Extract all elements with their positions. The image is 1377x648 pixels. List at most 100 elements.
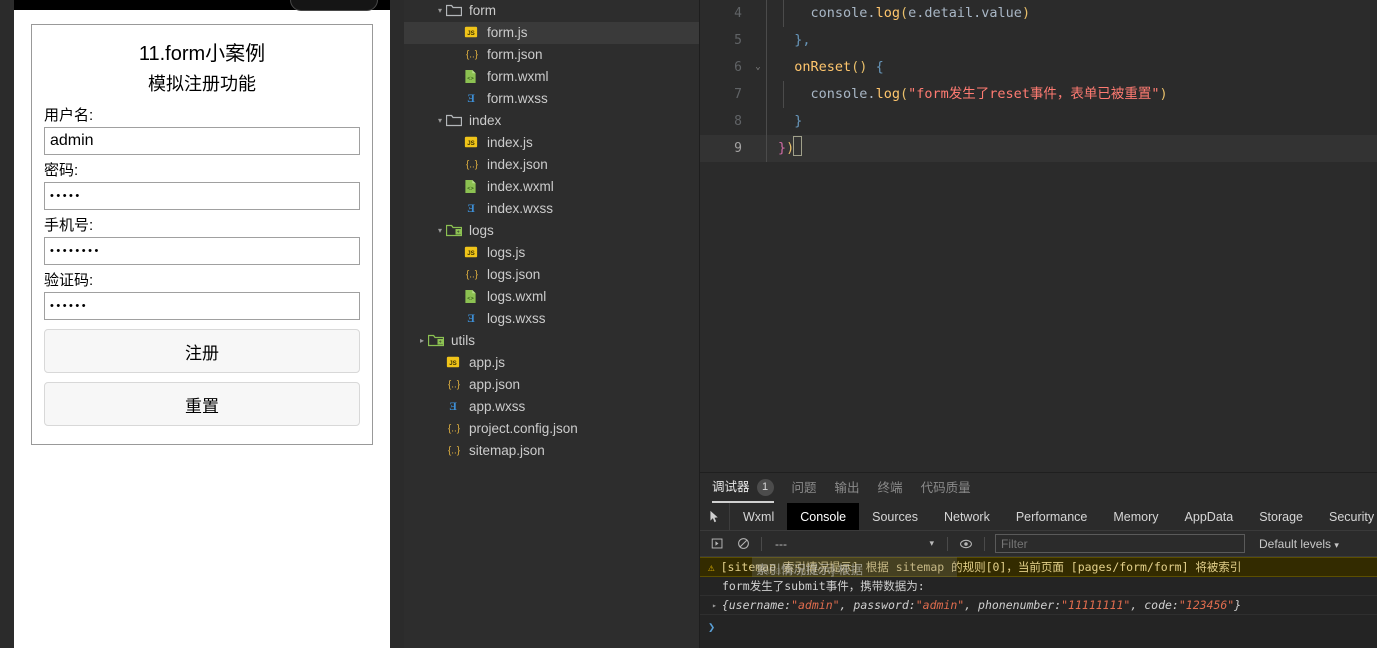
chevron-right-icon[interactable]: ▸ — [712, 601, 717, 610]
svg-text:Ǝ: Ǝ — [449, 401, 457, 413]
code-input[interactable] — [44, 292, 360, 320]
tree-item-form-js[interactable]: JS form.js — [404, 22, 699, 44]
panel-tab-4[interactable]: 代码质量 — [921, 473, 971, 503]
sub-tab-network[interactable]: Network — [931, 503, 1003, 530]
console-output[interactable]: ⚠ [sitemap 索引情况提示] 根据 sitemap 的规则[0]，当前页面… — [700, 557, 1377, 648]
tree-item-label: form.wxml — [487, 69, 549, 84]
log-levels-select[interactable]: Default levels ▾ — [1259, 537, 1339, 551]
code-line[interactable]: 7 console.log("form发生了reset事件，表单已被重置") — [700, 81, 1377, 108]
tree-item-index[interactable]: ▾ index — [404, 110, 699, 132]
code-token: , — [802, 32, 811, 48]
tree-item-app-js[interactable]: JS app.js — [404, 352, 699, 374]
panel-tab-1[interactable]: 问题 — [792, 473, 817, 503]
devtools-panel-tabs[interactable]: 调试器 1 问题 输出 终端 代码质量 — [700, 473, 1377, 503]
toolbar-divider-3 — [984, 536, 985, 551]
console-prompt[interactable]: ❯ — [700, 615, 1377, 639]
code-line[interactable]: 5 }, — [700, 27, 1377, 54]
svg-text:{..}: {..} — [466, 50, 479, 61]
tree-item-label: form — [469, 3, 496, 18]
sub-tab-wxml[interactable]: Wxml — [730, 503, 787, 530]
sub-tab-sources[interactable]: Sources — [859, 503, 931, 530]
wxss-file-icon: Ǝ — [464, 201, 482, 217]
panel-tab-label: 终端 — [877, 481, 903, 495]
tree-item-project-config-json[interactable]: {..} project.config.json — [404, 418, 699, 440]
submit-button[interactable]: 注册 — [44, 329, 360, 373]
tree-item-sitemap-json[interactable]: {..} sitemap.json — [404, 440, 699, 462]
panel-tab-0[interactable]: 调试器 1 — [712, 473, 774, 503]
live-expression-icon[interactable] — [953, 531, 979, 557]
code-line[interactable]: 8 } — [700, 108, 1377, 135]
tree-item-form[interactable]: ▾ form — [404, 0, 699, 22]
execute-icon[interactable] — [704, 531, 730, 557]
json-file-icon: {..} — [464, 157, 482, 173]
code-editor[interactable]: 4 console.log(e.detail.value) 5 }, 6 ⌄ onRe… — [700, 0, 1377, 472]
panel-tab-3[interactable]: 终端 — [878, 473, 903, 503]
username-input[interactable] — [44, 127, 360, 155]
js-file-icon: JS — [464, 245, 482, 261]
code-line[interactable]: 6 ⌄ onReset() { — [700, 54, 1377, 81]
chevron-down-icon[interactable]: ▾ — [434, 110, 446, 132]
panel-tab-2[interactable]: 输出 — [835, 473, 860, 503]
tree-item-app-json[interactable]: {..} app.json — [404, 374, 699, 396]
password-input[interactable] — [44, 182, 360, 210]
tree-item-index-wxml[interactable]: <> index.wxml — [404, 176, 699, 198]
obj-suffix: } — [1234, 598, 1242, 612]
sub-tab-storage[interactable]: Storage — [1246, 503, 1316, 530]
devtools-sub-tabs[interactable]: Wxml Console Sources Network Performance Memo… — [700, 503, 1377, 531]
svg-text:JS: JS — [467, 30, 474, 37]
sub-tab-memory[interactable]: Memory — [1100, 503, 1171, 530]
code-token: "form发生了reset事件，表单已被重置" — [908, 86, 1160, 102]
tree-item-label: app.json — [469, 377, 521, 392]
sub-tab-security[interactable]: Security — [1316, 503, 1377, 530]
console-context-select[interactable]: --- ▾ — [767, 537, 942, 551]
tree-item-label: index.wxss — [487, 201, 554, 216]
console-warning-text: [sitemap 索引情况提示] 根据 sitemap 的规则[0]，当前页面 … — [720, 560, 1242, 574]
sub-tab-appdata[interactable]: AppData — [1172, 503, 1247, 530]
code-token: e — [908, 5, 917, 21]
capsule-menu-button[interactable] — [290, 0, 378, 11]
chevron-down-icon[interactable]: ▾ — [434, 220, 446, 242]
console-object-row[interactable]: ▸ {username: "admin", password: "admin", … — [700, 596, 1377, 615]
tree-item-form-wxml[interactable]: <> form.wxml — [404, 66, 699, 88]
file-tree-pane[interactable]: ▾ form JS form.js {..} form.json <> form.wxml Ǝf… — [404, 0, 700, 648]
tree-item-logs-js[interactable]: JS logs.js — [404, 242, 699, 264]
tree-item-utils[interactable]: ▸ + utils — [404, 330, 699, 352]
tree-item-label: logs.wxss — [487, 311, 546, 326]
console-filter-input[interactable] — [995, 534, 1245, 553]
wxml-file-icon: <> — [464, 69, 482, 85]
phone-status-bar — [14, 0, 390, 11]
tree-item-app-wxss[interactable]: Ǝapp.wxss — [404, 396, 699, 418]
indent-guide — [766, 108, 767, 135]
clear-console-icon[interactable] — [730, 531, 756, 557]
toolbar-divider-2 — [947, 536, 948, 551]
sub-tab-console[interactable]: Console — [787, 503, 860, 530]
console-log-row[interactable]: form发生了submit事件，携带数据为: — [700, 577, 1377, 596]
tree-item-logs-wxss[interactable]: Ǝlogs.wxss — [404, 308, 699, 330]
tree-item-form-json[interactable]: {..} form.json — [404, 44, 699, 66]
tree-item-index-wxss[interactable]: Ǝindex.wxss — [404, 198, 699, 220]
tree-item-logs[interactable]: ▾ + logs — [404, 220, 699, 242]
warning-icon: ⚠ — [708, 560, 715, 574]
code-line[interactable]: 9}) — [700, 135, 1377, 162]
phonenumber-input[interactable] — [44, 237, 360, 265]
code-line[interactable]: 4 console.log(e.detail.value) — [700, 0, 1377, 27]
register-form-card: 11.form小案例 模拟注册功能 用户名: 密码: 手机号: 验证码: — [31, 24, 373, 445]
reset-button[interactable]: 重置 — [44, 382, 360, 426]
tree-item-index-js[interactable]: JS index.js — [404, 132, 699, 154]
tree-item-form-wxss[interactable]: Ǝform.wxss — [404, 88, 699, 110]
page-title: 11.form小案例 — [138, 43, 266, 65]
console-toolbar[interactable]: --- ▾ Default levels ▾ — [700, 531, 1377, 557]
chevron-down-icon[interactable]: ▾ — [434, 0, 446, 22]
tree-item-logs-wxml[interactable]: <> logs.wxml — [404, 286, 699, 308]
sub-tab-performance[interactable]: Performance — [1003, 503, 1101, 530]
tree-item-logs-json[interactable]: {..} logs.json — [404, 264, 699, 286]
fold-toggle-icon[interactable]: ⌄ — [750, 54, 766, 81]
wxss-file-icon: Ǝ — [446, 399, 464, 415]
field-group-phone: 手机号: — [44, 215, 360, 265]
svg-text:{..}: {..} — [448, 424, 461, 435]
chevron-right-icon[interactable]: ▸ — [416, 330, 428, 352]
tree-item-index-json[interactable]: {..} index.json — [404, 154, 699, 176]
inspect-element-icon[interactable] — [700, 503, 730, 530]
console-log-text: form发生了submit事件，携带数据为: — [722, 579, 925, 593]
console-warning-row[interactable]: ⚠ [sitemap 索引情况提示] 根据 sitemap 的规则[0]，当前页面… — [700, 557, 1377, 577]
